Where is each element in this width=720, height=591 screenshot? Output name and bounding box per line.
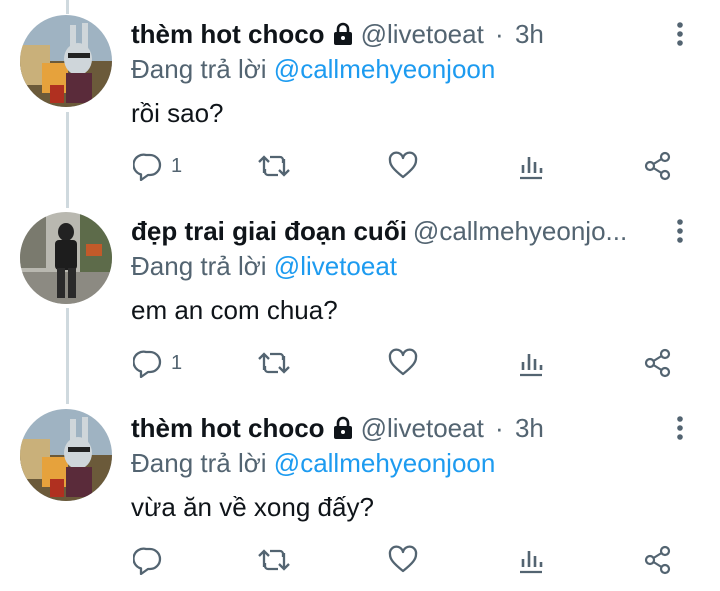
like-icon (388, 151, 418, 181)
bugs-bunny-avatar-image (20, 15, 112, 107)
share-button[interactable] (643, 345, 673, 381)
bugs-bunny-avatar-image (20, 409, 112, 501)
views-button[interactable] (517, 542, 545, 578)
views-button[interactable] (517, 148, 545, 184)
tweet[interactable]: thèm hot choco @livetoeat · 3h Đang trả l… (0, 0, 720, 197)
retweet-button[interactable] (256, 345, 300, 381)
timestamp[interactable]: 3h (515, 19, 544, 49)
more-icon[interactable] (668, 215, 692, 247)
like-button[interactable] (388, 542, 418, 578)
views-button[interactable] (517, 345, 545, 381)
avatar[interactable] (20, 212, 112, 304)
share-button[interactable] (643, 148, 673, 184)
mention-link[interactable]: @callmehyeonjoon (274, 54, 496, 84)
replying-prefix: Đang trả lời (131, 251, 267, 281)
like-button[interactable] (388, 148, 418, 184)
retweet-button[interactable] (256, 148, 300, 184)
like-icon (388, 348, 418, 378)
more-icon[interactable] (668, 18, 692, 50)
replying-prefix: Đang trả lời (131, 54, 267, 84)
views-icon (517, 545, 545, 575)
share-icon (643, 545, 673, 575)
user-handle[interactable]: @livetoeat (361, 413, 484, 443)
tweet[interactable]: thèm hot choco @livetoeat · 3h Đang trả l… (0, 394, 720, 591)
like-button[interactable] (388, 345, 418, 381)
tweet-header: thèm hot choco @livetoeat · 3h (131, 17, 671, 51)
display-name[interactable]: thèm hot choco (131, 413, 325, 443)
street-photo-avatar-image (20, 212, 112, 304)
lock-icon (331, 20, 355, 51)
timestamp[interactable]: 3h (515, 413, 544, 443)
separator: · (495, 19, 504, 49)
tweet-text: rồi sao? (131, 98, 224, 128)
retweet-button[interactable] (256, 542, 300, 578)
reply-icon (133, 545, 163, 575)
tweet-header: đẹp trai giai đoạn cuối @callmehyeonjo... (131, 214, 671, 248)
action-bar: 1 (0, 148, 720, 184)
share-icon (643, 151, 673, 181)
replying-to: Đang trả lời @livetoeat (131, 249, 397, 283)
mention-link[interactable]: @callmehyeonjoon (274, 448, 496, 478)
replying-to: Đang trả lời @callmehyeonjoon (131, 52, 495, 86)
views-icon (517, 348, 545, 378)
avatar[interactable] (20, 409, 112, 501)
display-name[interactable]: đẹp trai giai đoạn cuối (131, 216, 407, 246)
avatar[interactable] (20, 15, 112, 107)
user-handle[interactable]: @callmehyeonjo... (413, 216, 627, 246)
tweet-header: thèm hot choco @livetoeat · 3h (131, 411, 671, 445)
separator: · (495, 413, 504, 443)
reply-icon (133, 151, 163, 181)
retweet-icon (256, 545, 292, 575)
share-icon (643, 348, 673, 378)
replying-to: Đang trả lời @callmehyeonjoon (131, 446, 495, 480)
replying-prefix: Đang trả lời (131, 448, 267, 478)
reply-button[interactable]: 1 (133, 345, 182, 381)
tweet-text: em an com chua? (131, 295, 338, 325)
share-button[interactable] (643, 542, 673, 578)
user-handle[interactable]: @livetoeat (361, 19, 484, 49)
more-icon[interactable] (668, 412, 692, 444)
reply-button[interactable]: 1 (133, 148, 182, 184)
tweet[interactable]: đẹp trai giai đoạn cuối @callmehyeonjo...… (0, 197, 720, 394)
mention-link[interactable]: @livetoeat (274, 251, 397, 281)
like-icon (388, 545, 418, 575)
retweet-icon (256, 348, 292, 378)
reply-count: 1 (171, 351, 183, 374)
display-name[interactable]: thèm hot choco (131, 19, 325, 49)
action-bar: 1 (0, 345, 720, 381)
reply-count: 1 (171, 154, 183, 177)
retweet-icon (256, 151, 292, 181)
reply-icon (133, 348, 163, 378)
lock-icon (331, 414, 355, 445)
views-icon (517, 151, 545, 181)
reply-button[interactable] (133, 542, 171, 578)
action-bar (0, 542, 720, 578)
tweet-text: vừa ăn về xong đấy? (131, 492, 374, 522)
